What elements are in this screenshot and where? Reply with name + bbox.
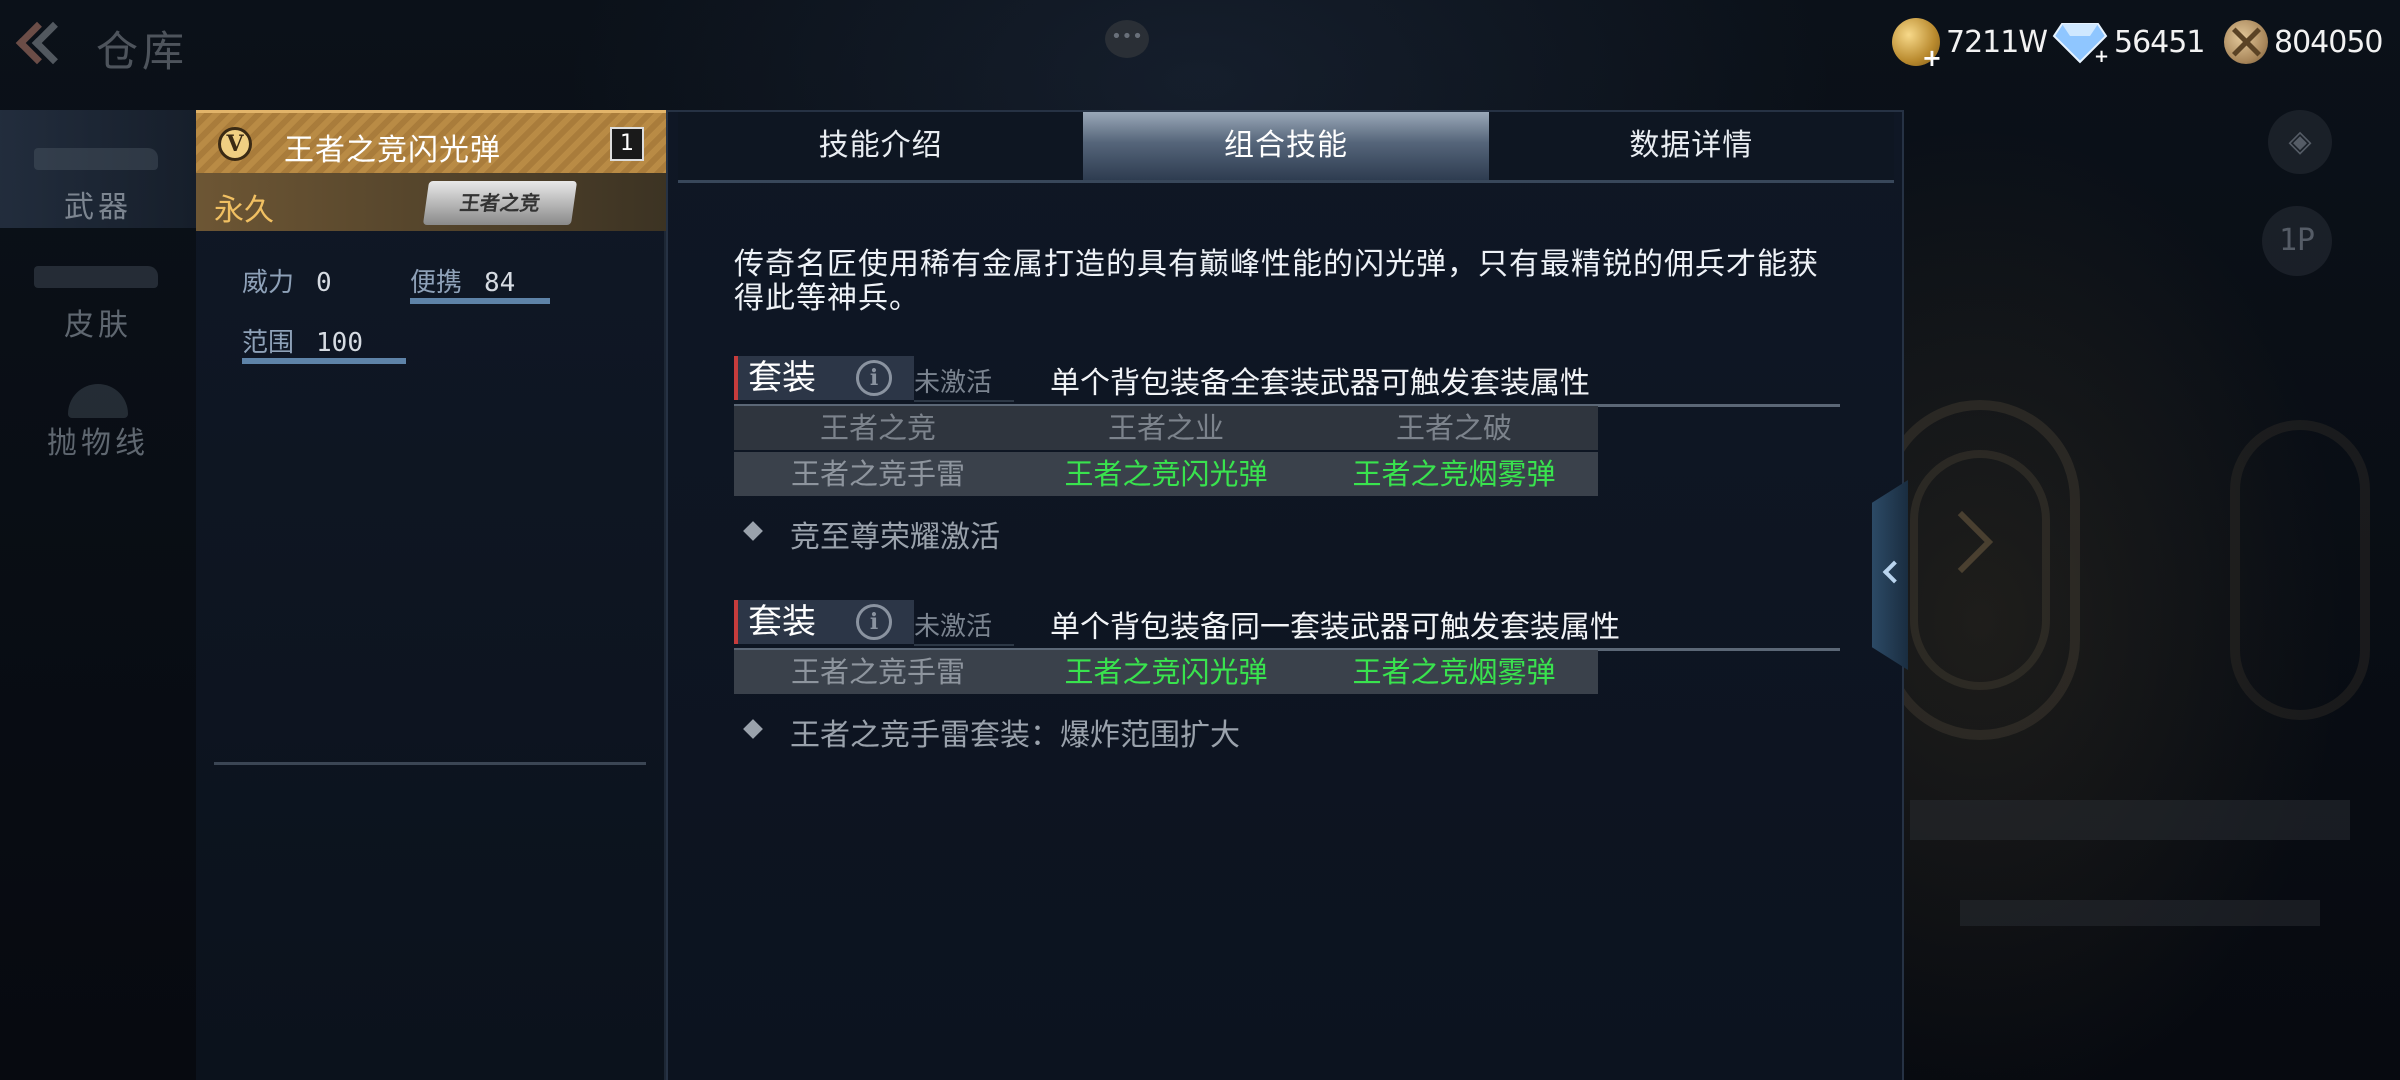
set-tag: 套装 i bbox=[734, 600, 914, 644]
stat-label: 范围 bbox=[242, 328, 295, 358]
set-item-cell-owned: 王者之竞烟雾弹 bbox=[1352, 457, 1556, 491]
panel-divider bbox=[214, 762, 646, 765]
gold-coin-icon bbox=[1892, 18, 1942, 72]
item-header-subrow: 永久 王者之竞 bbox=[196, 173, 666, 231]
diamond-icon: + bbox=[2052, 20, 2109, 67]
item-header: V 王者之竞闪光弹 1 永久 王者之竞 bbox=[196, 110, 666, 231]
set-item-cell-owned: 王者之竞闪光弹 bbox=[1064, 655, 1268, 689]
set-item-cell-owned: 王者之竞闪光弹 bbox=[1064, 457, 1268, 491]
currency-gold-value: 7211W bbox=[1946, 24, 2048, 60]
set-grid: 王者之竞手雷 王者之竞闪光弹 王者之竞烟雾弹 bbox=[734, 650, 1598, 694]
target-ring-inner-decor bbox=[1910, 450, 2050, 690]
category-label: 武器 bbox=[64, 190, 132, 225]
item-description: 传奇名匠使用稀有金属打造的具有巅峰性能的闪光弹，只有最精锐的佣兵才能获得此等神兵… bbox=[734, 247, 1819, 316]
category-throwable[interactable]: 抛物线 bbox=[0, 346, 196, 464]
set-header-row: 王者之竞 王者之业 王者之破 bbox=[734, 406, 1598, 450]
page-title: 仓库 bbox=[96, 27, 189, 76]
set-bonus-text: 王者之竞手雷套装：爆炸范围扩大 bbox=[790, 718, 1240, 753]
set-name-cell: 王者之破 bbox=[1395, 411, 1512, 445]
svg-text:+: + bbox=[2094, 46, 2108, 64]
currency-medal-value: 804050 bbox=[2274, 24, 2384, 60]
item-duration: 永久 bbox=[214, 193, 274, 228]
info-icon[interactable]: i bbox=[856, 360, 892, 396]
item-name: 王者之竞闪光弹 bbox=[284, 133, 501, 168]
gamepad-icon[interactable]: ◈ bbox=[2268, 110, 2332, 174]
stat-portability: 便携 84 bbox=[410, 262, 550, 304]
category-nav: 武器 皮肤 抛物线 bbox=[0, 110, 196, 464]
set-tag: 套装 i bbox=[734, 356, 914, 400]
currency-diamond[interactable]: + 56451 bbox=[2052, 14, 2205, 70]
category-weapon[interactable]: 武器 bbox=[0, 110, 196, 228]
currency-gold[interactable]: 7211W bbox=[1892, 14, 2048, 72]
stat-label: 便携 bbox=[410, 268, 463, 298]
stat-label: 威力 bbox=[242, 268, 295, 298]
back-button[interactable] bbox=[8, 18, 75, 74]
currency-diamond-value: 56451 bbox=[2114, 24, 2205, 60]
stat-bar bbox=[410, 298, 550, 304]
set-condition: 单个背包装备全套装武器可触发套装属性 bbox=[1050, 366, 1590, 401]
top-bar: 仓库 ••• 7211W + 56451 804050 bbox=[0, 0, 2400, 96]
set-status: 未激活 bbox=[914, 612, 993, 642]
set-bonus: 王者之竞手雷套装：爆炸范围扩大 bbox=[734, 704, 1840, 754]
set-block: 套装 i 未激活 单个背包装备同一套装武器可触发套装属性 王者之竞手雷 王者之竞… bbox=[734, 600, 1840, 754]
set-item-cell-owned: 王者之竞烟雾弹 bbox=[1352, 655, 1556, 689]
set-header: 套装 i 未激活 单个背包装备同一套装武器可触发套装属性 bbox=[734, 600, 1840, 651]
set-items-row: 王者之竞手雷 王者之竞闪光弹 王者之竞烟雾弹 bbox=[734, 452, 1598, 496]
target-ring-right-decor bbox=[2230, 420, 2370, 720]
detail-panel: 技能介绍 组合技能 数据详情 传奇名匠使用稀有金属打造的具有巅峰性能的闪光弹，只… bbox=[666, 110, 1904, 1080]
stat-power: 威力 0 bbox=[242, 262, 332, 299]
set-bonus-text: 竞至尊荣耀激活 bbox=[790, 520, 1000, 555]
tab-bar: 技能介绍 组合技能 数据详情 bbox=[678, 112, 1894, 180]
set-name-cell: 王者之业 bbox=[1107, 411, 1224, 445]
set-name-cell: 王者之竞 bbox=[819, 411, 936, 445]
rifle-skin-icon bbox=[34, 266, 158, 288]
tab-underline bbox=[678, 180, 1894, 183]
set-block: 套装 i 未激活 单个背包装备全套装武器可触发套装属性 王者之竞 王者之业 王者… bbox=[734, 356, 1840, 556]
info-icon[interactable]: i bbox=[856, 604, 892, 640]
rifle-icon bbox=[34, 148, 158, 170]
tab-data-details[interactable]: 数据详情 bbox=[1488, 112, 1894, 180]
item-panel: V 王者之竞闪光弹 1 永久 王者之竞 威力 0 便携 84 范围 100 bbox=[196, 110, 666, 1080]
set-grid: 王者之竞 王者之业 王者之破 王者之竞手雷 王者之竞闪光弹 王者之竞烟雾弹 bbox=[734, 406, 1598, 496]
category-skin[interactable]: 皮肤 bbox=[0, 228, 196, 346]
category-label: 抛物线 bbox=[47, 426, 149, 461]
chat-bubble-icon[interactable]: ••• bbox=[1105, 20, 1149, 58]
stat-bar bbox=[242, 358, 406, 364]
chevron-left-icon bbox=[1882, 560, 1906, 584]
medal-coin-icon bbox=[2224, 20, 2268, 64]
bullet-diamond-icon bbox=[743, 719, 763, 739]
first-person-toggle-icon[interactable]: 1P bbox=[2262, 206, 2332, 276]
set-items-row: 王者之竞手雷 王者之竞闪光弹 王者之竞烟雾弹 bbox=[734, 650, 1598, 694]
grenade-icon bbox=[68, 384, 128, 418]
tab-combo-skill[interactable]: 组合技能 bbox=[1083, 112, 1489, 180]
stat-value: 0 bbox=[316, 268, 332, 298]
set-tag-label: 套装 bbox=[748, 358, 816, 398]
collapse-panel-handle[interactable] bbox=[1872, 480, 1908, 670]
set-condition: 单个背包装备同一套装武器可触发套装属性 bbox=[1050, 610, 1620, 645]
item-logo: 王者之竞 bbox=[422, 181, 578, 225]
set-tag-label: 套装 bbox=[748, 602, 816, 642]
bullet-diamond-icon bbox=[743, 521, 763, 541]
stat-value: 84 bbox=[484, 268, 516, 298]
set-item-cell: 王者之竞手雷 bbox=[790, 655, 965, 689]
item-count-badge: 1 bbox=[610, 127, 644, 161]
set-header: 套装 i 未激活 单个背包装备全套装武器可触发套装属性 bbox=[734, 356, 1840, 407]
set-bonus: 竞至尊荣耀激活 bbox=[734, 506, 1840, 556]
stat-value: 100 bbox=[316, 328, 363, 358]
vip-badge-icon: V bbox=[218, 127, 252, 161]
tab-skill-intro[interactable]: 技能介绍 bbox=[678, 112, 1084, 180]
background-strip-decor bbox=[1910, 800, 2350, 840]
currency-medal[interactable]: 804050 bbox=[2224, 14, 2384, 70]
stat-range: 范围 100 bbox=[242, 322, 406, 364]
set-status-underline bbox=[914, 400, 1014, 402]
set-status: 未激活 bbox=[914, 368, 993, 398]
set-status-underline bbox=[914, 644, 1014, 646]
background-strip-decor bbox=[1960, 900, 2320, 926]
set-item-cell: 王者之竞手雷 bbox=[790, 457, 965, 491]
category-label: 皮肤 bbox=[64, 308, 132, 343]
